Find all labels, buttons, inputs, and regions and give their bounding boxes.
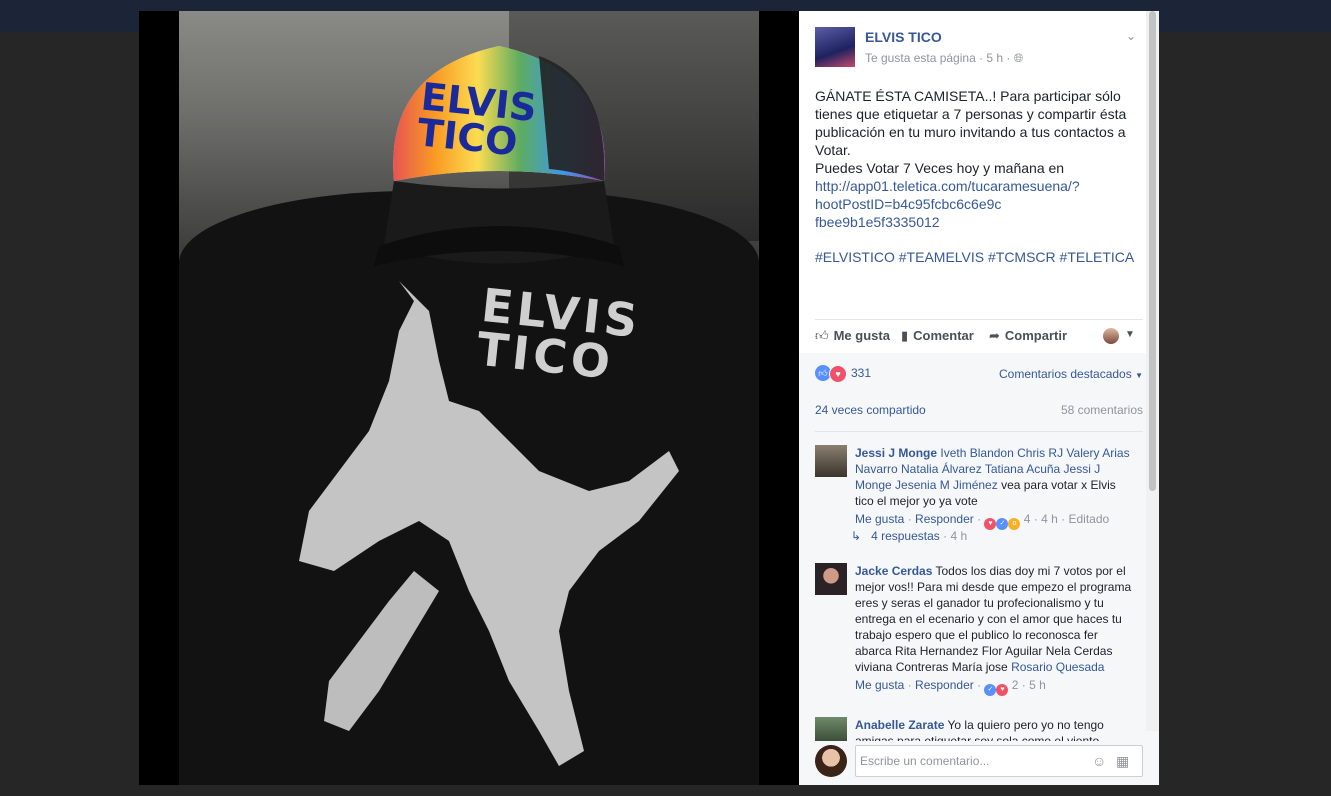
comment-text: Anabelle Zarate Yo la quiero pero yo no …	[855, 717, 1131, 741]
share-arrow-icon: ➦	[989, 328, 1000, 343]
post-link[interactable]: http://app01.teletica.com/tucaramesuena/…	[815, 178, 1080, 230]
comment-text: Jacke Cerdas Todos los dias doy mi 7 vot…	[855, 563, 1133, 675]
sticker-icon[interactable]: ▦	[1116, 753, 1129, 770]
comment-text: Jessi J Monge Iveth Blandon Chris RJ Val…	[855, 445, 1133, 509]
comment-label: Comentar	[913, 328, 974, 343]
speech-bubble-icon: ▮	[901, 328, 909, 343]
comment-body: Anabelle Zarate Yo la quiero pero yo no …	[855, 717, 1131, 741]
photo-trucker-cap: ELVIS TICO	[374, 31, 624, 281]
commenter-name[interactable]: Anabelle Zarate	[855, 718, 944, 732]
reaction-as-avatar[interactable]	[1103, 328, 1119, 344]
page-avatar[interactable]	[815, 27, 855, 67]
shirt-print-text: ELVIS TICO	[474, 278, 644, 390]
comment-meta: Me gusta · Responder · ✓ ♥ 2 · 5 h	[855, 677, 1133, 696]
emoji-icon[interactable]: ☺	[1092, 753, 1106, 769]
comment-body: Jessi J Monge Iveth Blandon Chris RJ Val…	[855, 445, 1133, 530]
post-body-text: GÁNATE ÉSTA CAMISETA..! Para participar …	[815, 88, 1127, 176]
shirt-text-line2: TICO	[474, 321, 617, 390]
love-reaction-icon: ♥	[984, 518, 997, 530]
comment-message: Todos los dias doy mi 7 votos por el mej…	[855, 564, 1132, 674]
thumbs-up-icon: 👍︎	[815, 328, 829, 343]
commenter-avatar[interactable]	[815, 717, 847, 741]
replies-separator: ·	[943, 529, 948, 543]
post-meta-text: Te gusta esta página · 5 h ·	[865, 51, 1014, 65]
commenter-name[interactable]: Jessi J Monge	[855, 446, 937, 460]
comment-button[interactable]: ▮ Comentar	[901, 328, 974, 344]
current-user-avatar	[815, 745, 847, 777]
like-button[interactable]: 👍︎ Me gusta	[815, 328, 890, 344]
like-label: Me gusta	[833, 328, 890, 343]
comment-time[interactable]: 4 h	[1041, 512, 1058, 526]
engagement-section: 👍︎ ♥ 331 Comentarios destacados ▼ 24 vec…	[799, 353, 1159, 753]
like-reaction-icon: ✓	[984, 684, 997, 696]
commenter-name[interactable]: Jacke Cerdas	[855, 564, 932, 578]
comment-reaction-count[interactable]: 4	[1024, 512, 1031, 526]
comment-input-placeholder: Escribe un comentario...	[860, 754, 990, 768]
comment-time[interactable]: 5 h	[1029, 678, 1046, 692]
comment-count[interactable]: 58 comentarios	[1061, 403, 1143, 417]
panel-scrollbar[interactable]	[1146, 11, 1159, 731]
replies-time: 4 h	[950, 529, 968, 543]
caret-down-icon[interactable]: ▼	[1125, 329, 1135, 340]
share-label: Compartir	[1004, 328, 1068, 343]
comment-composer: Escribe un comentario... ☺ ▦	[799, 741, 1159, 785]
post-hashtags[interactable]: #ELVISTICO #TEAMELVIS #TCMSCR #TELETICA	[815, 249, 1134, 265]
post-meta: Te gusta esta página · 5 h · 🌐︎	[865, 51, 1023, 66]
love-reaction-icon[interactable]: ♥	[829, 365, 847, 383]
commenter-avatar[interactable]	[815, 445, 847, 477]
comment-sort-label: Comentarios destacados	[998, 367, 1132, 381]
globe-icon: 🌐︎	[1013, 51, 1024, 65]
comment-reply-link[interactable]: Responder	[915, 678, 974, 692]
comment-like-link[interactable]: Me gusta	[855, 512, 904, 526]
comment-tag[interactable]: Rosario Quesada	[1011, 660, 1104, 674]
cap-text: ELVIS TICO	[415, 74, 539, 165]
like-reaction-icon: ✓	[996, 518, 1009, 530]
comment-item: Anabelle Zarate Yo la quiero pero yo no …	[815, 717, 1131, 741]
commenter-avatar[interactable]	[815, 563, 847, 595]
caret-down-icon: ▼	[1135, 371, 1143, 380]
post-actions-bar: 👍︎ Me gusta ▮ Comentar ➦ Compartir ▼	[815, 319, 1143, 354]
chevron-down-icon[interactable]: ⌄	[1126, 29, 1136, 43]
scrollbar-thumb[interactable]	[1149, 11, 1156, 491]
view-replies-link[interactable]: ↳ 4 respuestas · 4 h	[851, 529, 967, 543]
post-side-panel: ELVIS TICO Te gusta esta página · 5 h · …	[799, 11, 1159, 785]
share-button[interactable]: ➦ Compartir	[989, 328, 1067, 344]
replies-count: 4 respuestas	[871, 529, 940, 543]
reaction-count[interactable]: 331	[851, 366, 871, 380]
reply-arrow-icon: ↳	[851, 529, 862, 543]
comment-meta: Me gusta · Responder · ♥ ✓ o 4 · 4 h · Edi…	[855, 511, 1133, 530]
comment-sort-dropdown[interactable]: Comentarios destacados ▼	[999, 367, 1143, 381]
post-body: GÁNATE ÉSTA CAMISETA..! Para participar …	[815, 87, 1145, 231]
share-count[interactable]: 24 veces compartido	[815, 403, 926, 417]
comment-like-link[interactable]: Me gusta	[855, 678, 904, 692]
page-name-link[interactable]: ELVIS TICO	[865, 29, 942, 45]
wow-reaction-icon: o	[1008, 518, 1021, 530]
comment-reaction-count[interactable]: 2	[1012, 678, 1019, 692]
comment-body: Jacke Cerdas Todos los dias doy mi 7 vot…	[855, 563, 1133, 696]
post-photo[interactable]: ELVIS TICO ELVIS TICO	[179, 11, 759, 785]
comment-edited: Editado	[1068, 512, 1110, 526]
share-comment-counts: 24 veces compartido 58 comentarios	[815, 403, 1143, 432]
love-reaction-icon: ♥	[996, 684, 1009, 696]
comment-reply-link[interactable]: Responder	[915, 512, 974, 526]
comment-input[interactable]: Escribe un comentario... ☺ ▦	[855, 745, 1143, 777]
